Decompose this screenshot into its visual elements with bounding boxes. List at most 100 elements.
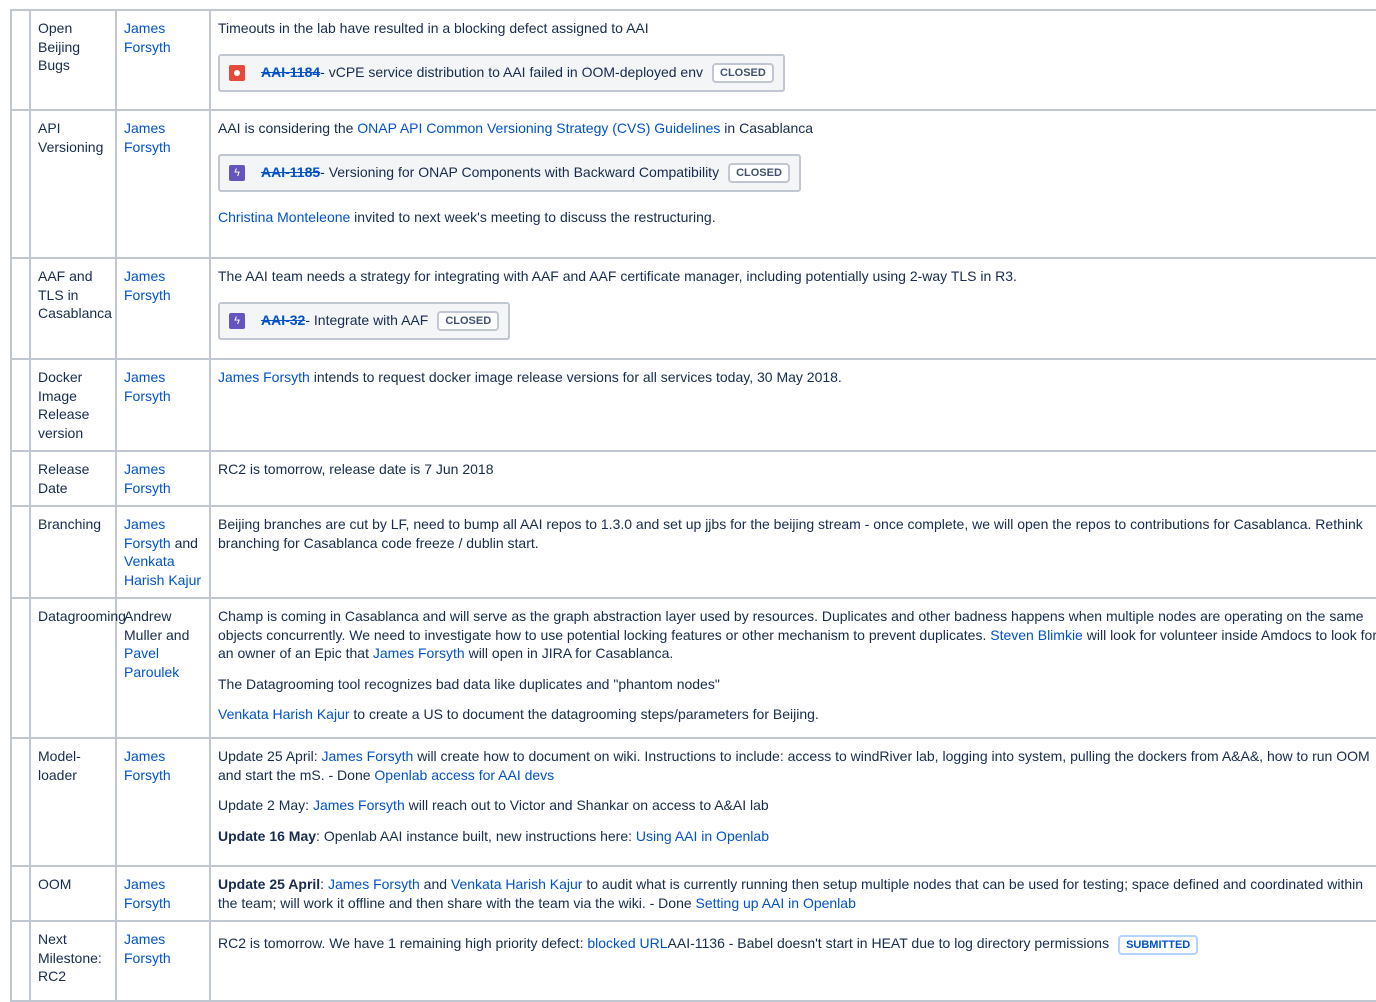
- status-badge: CLOSED: [437, 310, 500, 331]
- owner-link[interactable]: James Forsyth: [124, 268, 171, 303]
- user-mention-link[interactable]: Venkata Harish Kajur: [218, 706, 350, 722]
- topic-cell: AAF and TLS in Casablanca: [29, 257, 117, 360]
- note-text: RC2 is tomorrow, release date is 7 Jun 2…: [218, 461, 494, 477]
- row-number-cell: [10, 737, 31, 867]
- jira-issue-macro[interactable]: ϟ AAI-32 - Integrate with AAF CLOSED: [218, 301, 511, 340]
- topic-cell: API Versioning: [29, 109, 117, 259]
- row-number-cell: [10, 597, 31, 739]
- owner-link[interactable]: Pavel Paroulek: [124, 645, 179, 680]
- status-badge: SUBMITTED: [1118, 935, 1199, 955]
- table-row: Datagrooming Andrew Muller and Pavel Par…: [10, 597, 1376, 739]
- note-text: and: [419, 876, 451, 892]
- user-mention-link[interactable]: James Forsyth: [218, 369, 310, 385]
- owner-cell: James Forsyth and Venkata Harish Kajur: [115, 505, 211, 599]
- note-text: AAI is considering the: [218, 120, 358, 136]
- note-paragraph: Update 25 April: James Forsyth will crea…: [218, 747, 1376, 784]
- table-row: AAF and TLS in Casablanca James Forsyth …: [10, 257, 1376, 360]
- note-text: Beijing branches are cut by LF, need to …: [218, 516, 1363, 551]
- owner-cell: James Forsyth: [115, 358, 211, 452]
- user-mention-link[interactable]: James Forsyth: [313, 797, 405, 813]
- owner-link[interactable]: James Forsyth: [124, 516, 171, 551]
- owner-link[interactable]: James Forsyth: [124, 876, 171, 911]
- owner-link[interactable]: James Forsyth: [124, 120, 171, 155]
- notes-cell: Timeouts in the lab have resulted in a b…: [209, 9, 1376, 111]
- openlab-instructions-link[interactable]: Using AAI in Openlab: [636, 828, 769, 844]
- table-row: API Versioning James Forsyth AAI is cons…: [10, 109, 1376, 259]
- notes-cell: The AAI team needs a strategy for integr…: [209, 257, 1376, 360]
- table-row: Model-loader James Forsyth Update 25 Apr…: [10, 737, 1376, 867]
- user-mention-link[interactable]: Christina Monteleone: [218, 209, 350, 225]
- jira-issue-macro[interactable]: AAI-1184 - vCPE service distribution to …: [218, 53, 785, 92]
- table-row: Docker Image Release version James Forsy…: [10, 358, 1376, 452]
- owner-cell: James Forsyth: [115, 865, 211, 922]
- notes-cell: James Forsyth intends to request docker …: [209, 358, 1376, 452]
- note-text: RC2 is tomorrow. We have 1 remaining hig…: [218, 935, 588, 951]
- table-row: OOM James Forsyth Update 25 April: James…: [10, 865, 1376, 922]
- row-number-cell: [10, 9, 31, 111]
- notes-cell: RC2 is tomorrow. We have 1 remaining hig…: [209, 920, 1376, 1002]
- owner-cell: James Forsyth: [115, 9, 211, 111]
- owner-text: Andrew Muller and: [124, 608, 190, 643]
- jira-issue-macro[interactable]: ϟ AAI-1185 - Versioning for ONAP Compone…: [218, 153, 801, 192]
- note-paragraph: AAI is considering the ONAP API Common V…: [218, 119, 1376, 138]
- note-text: Update 2 May:: [218, 797, 313, 813]
- meeting-notes-table: Open Beijing Bugs James Forsyth Timeouts…: [10, 9, 1376, 1002]
- jira-issue-link[interactable]: AAI-1184: [261, 63, 320, 82]
- owner-link[interactable]: James Forsyth: [124, 748, 171, 783]
- status-badge: CLOSED: [728, 162, 790, 183]
- jira-issue-link[interactable]: AAI-1185: [261, 163, 320, 182]
- row-number-cell: [10, 257, 31, 360]
- topic-cell: Branching: [29, 505, 117, 599]
- owner-link[interactable]: James Forsyth: [124, 369, 171, 404]
- row-number-cell: [10, 505, 31, 599]
- openlab-setup-link[interactable]: Setting up AAI in Openlab: [696, 895, 856, 911]
- user-mention-link[interactable]: James Forsyth: [373, 645, 465, 661]
- note-text: : Openlab AAI instance built, new instru…: [316, 827, 636, 844]
- table-row: Open Beijing Bugs James Forsyth Timeouts…: [10, 9, 1376, 111]
- openlab-access-link[interactable]: Openlab access for AAI devs: [374, 767, 554, 783]
- owner-link[interactable]: James Forsyth: [124, 20, 171, 55]
- epic-icon: ϟ: [229, 312, 245, 329]
- epic-icon: ϟ: [229, 164, 245, 181]
- note-text: in Casablanca: [720, 120, 814, 136]
- user-mention-link[interactable]: James Forsyth: [328, 876, 420, 892]
- note-text: Update 25 April:: [218, 748, 322, 764]
- update-heading: Update 16 May: [218, 827, 317, 844]
- jira-issue-summary: - vCPE service distribution to AAI faile…: [320, 64, 703, 81]
- owner-link[interactable]: James Forsyth: [124, 461, 171, 496]
- row-number-cell: [10, 920, 31, 1002]
- row-number-cell: [10, 358, 31, 452]
- note-text: :: [320, 876, 328, 892]
- owner-cell: Andrew Muller and Pavel Paroulek: [115, 597, 211, 739]
- row-number-cell: [10, 865, 31, 922]
- notes-cell: RC2 is tomorrow, release date is 7 Jun 2…: [209, 450, 1376, 507]
- note-paragraph: Christina Monteleone invited to next wee…: [218, 208, 1376, 227]
- notes-cell: Beijing branches are cut by LF, need to …: [209, 505, 1376, 599]
- cvs-guidelines-link[interactable]: ONAP API Common Versioning Strategy (CVS…: [357, 120, 720, 136]
- owner-link[interactable]: James Forsyth: [124, 931, 171, 966]
- note-paragraph: Update 16 May: Openlab AAI instance buil…: [218, 827, 1376, 846]
- owner-cell: James Forsyth: [115, 920, 211, 1002]
- bug-icon: [229, 64, 245, 81]
- owner-cell: James Forsyth: [115, 109, 211, 259]
- notes-cell: Update 25 April: James Forsyth and Venka…: [209, 865, 1376, 922]
- notes-cell: Champ is coming in Casablanca and will s…: [209, 597, 1376, 739]
- owner-link[interactable]: Venkata Harish Kajur: [124, 553, 201, 588]
- note-text: AAI-1136 - Babel doesn't start in HEAT d…: [667, 935, 1110, 951]
- note-paragraph: Update 2 May: James Forsyth will reach o…: [218, 796, 1376, 815]
- note-paragraph: Champ is coming in Casablanca and will s…: [218, 607, 1376, 663]
- topic-cell: OOM: [29, 865, 117, 922]
- topic-cell: Next Milestone: RC2: [29, 920, 117, 1002]
- user-mention-link[interactable]: James Forsyth: [322, 748, 414, 764]
- note-paragraph: Venkata Harish Kajur to create a US to d…: [218, 705, 1376, 724]
- note-text: The Datagrooming tool recognizes bad dat…: [218, 675, 720, 692]
- owner-cell: James Forsyth: [115, 450, 211, 507]
- notes-cell: AAI is considering the ONAP API Common V…: [209, 109, 1376, 259]
- owner-cell: James Forsyth: [115, 257, 211, 360]
- status-badge: CLOSED: [712, 62, 774, 83]
- user-mention-link[interactable]: Venkata Harish Kajur: [451, 876, 583, 892]
- jira-issue-link[interactable]: AAI-32: [261, 311, 305, 330]
- user-mention-link[interactable]: Steven Blimkie: [990, 627, 1083, 643]
- blocked-url-link[interactable]: blocked URL: [587, 935, 667, 951]
- topic-cell: Datagrooming: [29, 597, 126, 739]
